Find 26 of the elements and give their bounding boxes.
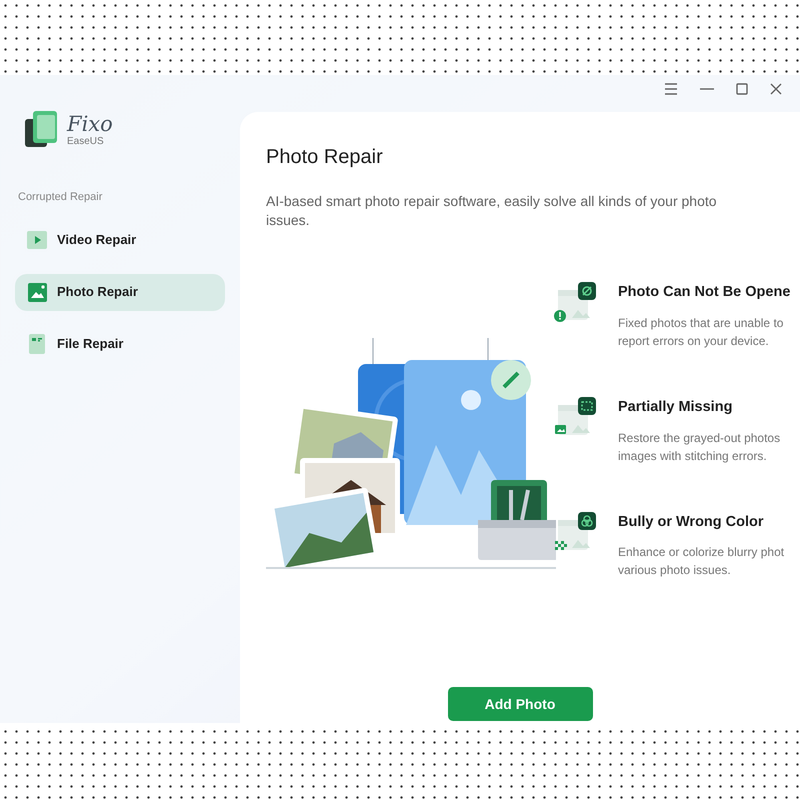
feature-description: Restore the grayed-out photos xyxy=(618,430,780,446)
add-photo-button[interactable]: Add Photo xyxy=(448,687,592,721)
feature-description: Fixed photos that are unable to xyxy=(618,314,784,332)
feature-description: various photo issues. xyxy=(618,562,732,580)
app-name: Fixo xyxy=(67,114,113,134)
document-icon xyxy=(29,334,45,354)
feature-description: images with stitching errors. xyxy=(618,448,768,464)
sidebar-item[interactable]: Photo Repair xyxy=(15,274,225,310)
feature-title: Photo Can Not Be Opene xyxy=(618,283,790,302)
close-icon[interactable] xyxy=(770,83,782,95)
sidebar-item[interactable]: File Repair xyxy=(15,326,225,362)
page-description: AI-based smart photo repair software, easily solve all kinds of your photo issues. xyxy=(266,192,718,230)
minimize-icon[interactable] xyxy=(700,88,714,90)
menu-icon[interactable] xyxy=(664,83,678,95)
feature-title: Bully or Wrong Color xyxy=(618,512,765,532)
feature-description: Enhance or colorize blurry phot xyxy=(618,544,784,562)
app-logo-icon xyxy=(25,111,59,149)
section-label: Corrupted Repair xyxy=(18,190,104,205)
page-title: Photo Repair xyxy=(266,145,384,170)
maximize-icon[interactable] xyxy=(736,83,748,95)
image-icon xyxy=(28,282,46,302)
brand-name: EaseUS xyxy=(67,136,105,146)
sidebar-item[interactable]: Video Repair xyxy=(15,222,225,258)
feature-title: Partially Missing xyxy=(618,398,734,417)
feature-description: report errors on your device. xyxy=(618,332,770,350)
play-icon xyxy=(27,231,47,249)
